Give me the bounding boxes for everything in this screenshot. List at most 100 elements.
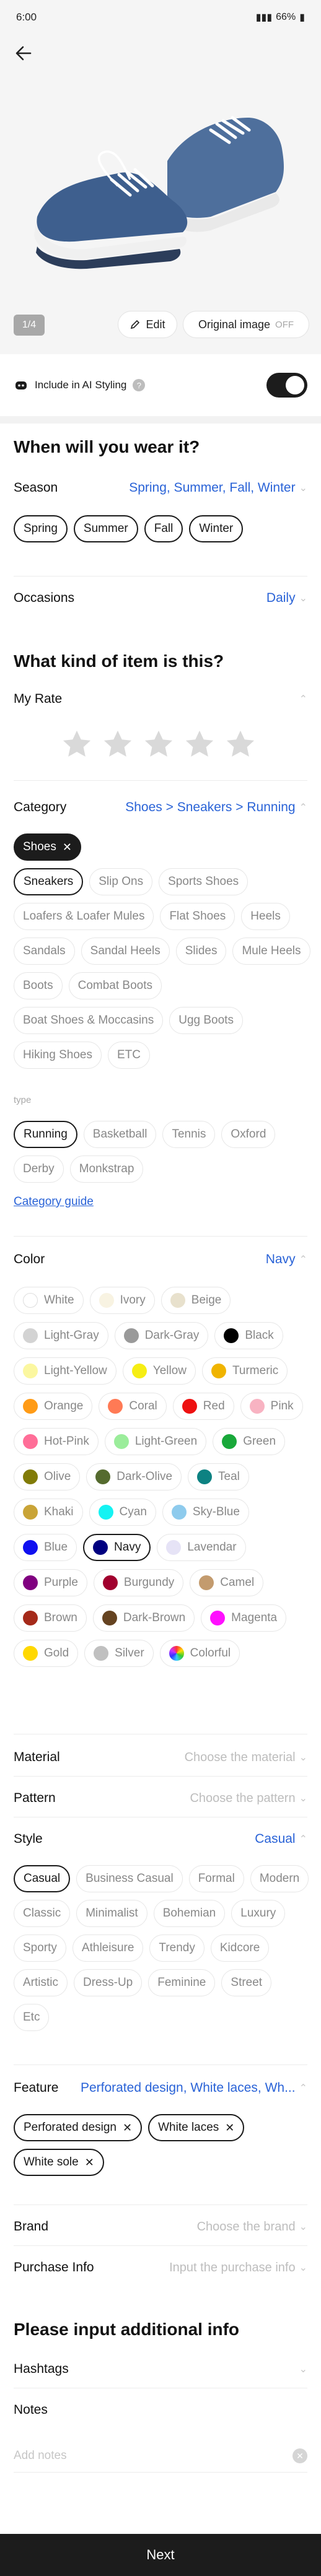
color-chip-dark-brown[interactable]: Dark-Brown bbox=[92, 1604, 195, 1632]
category-chip-shoes[interactable]: Shoes ✕ bbox=[14, 833, 81, 861]
clear-icon[interactable]: ✕ bbox=[292, 2448, 307, 2463]
color-chip-beige[interactable]: Beige bbox=[160, 1287, 231, 1314]
style-chip-minimalist[interactable]: Minimalist bbox=[76, 1900, 147, 1927]
product-photo[interactable] bbox=[25, 93, 297, 279]
original-image-toggle[interactable]: Original image OFF bbox=[183, 311, 309, 338]
color-chip-gold[interactable]: Gold bbox=[14, 1640, 79, 1667]
type-chip-basketball[interactable]: Basketball bbox=[83, 1121, 157, 1148]
color-chip-burgundy[interactable]: Burgundy bbox=[93, 1569, 184, 1596]
type-chip-running[interactable]: Running bbox=[14, 1121, 77, 1148]
occasions-row[interactable]: Occasions Daily ⌄ bbox=[14, 587, 307, 609]
star-icon[interactable] bbox=[102, 728, 134, 760]
subcategory-chip-loafers-loafer-mules[interactable]: Loafers & Loafer Mules bbox=[14, 903, 154, 930]
category-guide-link[interactable]: Category guide bbox=[14, 1195, 94, 1209]
style-chip-artistic[interactable]: Artistic bbox=[14, 1969, 68, 1996]
color-chip-olive[interactable]: Olive bbox=[14, 1463, 81, 1490]
color-chip-navy[interactable]: Navy bbox=[83, 1534, 151, 1561]
subcategory-chip-sports-shoes[interactable]: Sports Shoes bbox=[159, 868, 248, 895]
subcategory-chip-etc[interactable]: ETC bbox=[107, 1042, 150, 1069]
subcategory-chip-flat-shoes[interactable]: Flat Shoes bbox=[160, 903, 235, 930]
star-icon[interactable] bbox=[61, 728, 93, 760]
material-row[interactable]: Material Choose the material ⌄ bbox=[14, 1746, 307, 1769]
feature-chip-perforated-design[interactable]: Perforated design ✕ bbox=[14, 2114, 143, 2141]
season-chip-spring[interactable]: Spring bbox=[14, 515, 68, 542]
back-button[interactable] bbox=[9, 38, 38, 68]
color-chip-turmeric[interactable]: Turmeric bbox=[202, 1357, 288, 1385]
color-chip-light-yellow[interactable]: Light-Yellow bbox=[14, 1357, 117, 1385]
style-chip-etc[interactable]: Etc bbox=[14, 2004, 50, 2031]
color-chip-silver[interactable]: Silver bbox=[84, 1640, 154, 1667]
type-chip-monkstrap[interactable]: Monkstrap bbox=[69, 1155, 144, 1183]
season-chip-winter[interactable]: Winter bbox=[189, 515, 244, 542]
color-chip-camel[interactable]: Camel bbox=[190, 1569, 264, 1596]
style-chip-modern[interactable]: Modern bbox=[250, 1865, 309, 1892]
color-chip-cyan[interactable]: Cyan bbox=[89, 1499, 156, 1526]
subcategory-chip-boots[interactable]: Boots bbox=[14, 972, 63, 999]
season-chip-summer[interactable]: Summer bbox=[73, 515, 138, 542]
style-chip-athleisure[interactable]: Athleisure bbox=[72, 1934, 144, 1962]
chevron-up-icon[interactable]: ⌃ bbox=[299, 693, 307, 705]
style-chip-casual[interactable]: Casual bbox=[14, 1865, 71, 1892]
type-chip-derby[interactable]: Derby bbox=[14, 1155, 64, 1183]
color-chip-green[interactable]: Green bbox=[213, 1428, 286, 1455]
type-chip-oxford[interactable]: Oxford bbox=[221, 1121, 276, 1148]
style-chip-business-casual[interactable]: Business Casual bbox=[76, 1865, 183, 1892]
subcategory-chip-sandal-heels[interactable]: Sandal Heels bbox=[81, 938, 170, 965]
edit-image-button[interactable]: Edit bbox=[118, 311, 177, 338]
color-chip-brown[interactable]: Brown bbox=[14, 1604, 87, 1632]
color-chip-teal[interactable]: Teal bbox=[188, 1463, 249, 1490]
hashtags-row[interactable]: Hashtags ⌄ bbox=[14, 2358, 307, 2380]
color-chip-yellow[interactable]: Yellow bbox=[122, 1357, 196, 1385]
type-chip-tennis[interactable]: Tennis bbox=[162, 1121, 216, 1148]
color-chip-lavendar[interactable]: Lavendar bbox=[157, 1534, 246, 1561]
feature-chip-white-sole[interactable]: White sole ✕ bbox=[14, 2149, 104, 2176]
feature-row[interactable]: Feature Perforated design, White laces, … bbox=[14, 2077, 307, 2099]
subcategory-chip-ugg-boots[interactable]: Ugg Boots bbox=[169, 1007, 243, 1034]
season-row[interactable]: Season Spring, Summer, Fall, Winter ⌄ bbox=[14, 477, 307, 499]
subcategory-chip-combat-boots[interactable]: Combat Boots bbox=[68, 972, 162, 999]
close-icon[interactable]: ✕ bbox=[225, 2121, 234, 2134]
subcategory-chip-boat-shoes-moccasins[interactable]: Boat Shoes & Moccasins bbox=[14, 1007, 164, 1034]
color-chip-purple[interactable]: Purple bbox=[14, 1569, 87, 1596]
purchase-row[interactable]: Purchase Info Input the purchase info ⌄ bbox=[14, 2256, 307, 2279]
style-row[interactable]: Style Casual ⌃ bbox=[14, 1828, 307, 1850]
color-chip-light-gray[interactable]: Light-Gray bbox=[14, 1322, 108, 1349]
color-chip-coral[interactable]: Coral bbox=[99, 1393, 167, 1420]
color-chip-blue[interactable]: Blue bbox=[14, 1534, 77, 1561]
color-chip-dark-gray[interactable]: Dark-Gray bbox=[114, 1322, 209, 1349]
subcategory-chip-hiking-shoes[interactable]: Hiking Shoes bbox=[14, 1042, 102, 1069]
style-chip-formal[interactable]: Formal bbox=[188, 1865, 244, 1892]
subcategory-chip-sandals[interactable]: Sandals bbox=[14, 938, 75, 965]
next-button[interactable]: Next bbox=[0, 2534, 321, 2576]
color-chip-khaki[interactable]: Khaki bbox=[14, 1499, 83, 1526]
category-row[interactable]: Category Shoes > Sneakers > Running ⌃ bbox=[14, 796, 307, 819]
color-chip-red[interactable]: Red bbox=[172, 1393, 234, 1420]
close-icon[interactable]: ✕ bbox=[85, 2156, 94, 2169]
star-icon[interactable] bbox=[183, 728, 216, 760]
feature-chip-white-laces[interactable]: White laces ✕ bbox=[148, 2114, 245, 2141]
color-chip-light-green[interactable]: Light-Green bbox=[104, 1428, 207, 1455]
color-chip-colorful[interactable]: Colorful bbox=[159, 1640, 240, 1667]
color-chip-pink[interactable]: Pink bbox=[240, 1393, 303, 1420]
style-chip-sporty[interactable]: Sporty bbox=[14, 1934, 66, 1962]
subcategory-chip-heels[interactable]: Heels bbox=[241, 903, 290, 930]
color-chip-white[interactable]: White bbox=[14, 1287, 84, 1314]
star-icon[interactable] bbox=[224, 728, 257, 760]
color-chip-ivory[interactable]: Ivory bbox=[89, 1287, 155, 1314]
notes-input[interactable]: Add notes ✕ bbox=[14, 2442, 307, 2469]
close-icon[interactable]: ✕ bbox=[63, 841, 72, 854]
subcategory-chip-slides[interactable]: Slides bbox=[175, 938, 227, 965]
ai-styling-toggle[interactable] bbox=[266, 373, 307, 398]
pattern-row[interactable]: Pattern Choose the pattern ⌄ bbox=[14, 1787, 307, 1809]
subcategory-chip-slip-ons[interactable]: Slip Ons bbox=[89, 868, 153, 895]
style-chip-trendy[interactable]: Trendy bbox=[149, 1934, 204, 1962]
color-chip-sky-blue[interactable]: Sky-Blue bbox=[162, 1499, 249, 1526]
style-chip-classic[interactable]: Classic bbox=[14, 1900, 71, 1927]
brand-row[interactable]: Brand Choose the brand ⌄ bbox=[14, 2216, 307, 2238]
style-chip-street[interactable]: Street bbox=[221, 1969, 272, 1996]
style-chip-dress-up[interactable]: Dress-Up bbox=[74, 1969, 143, 1996]
subcategory-chip-sneakers[interactable]: Sneakers bbox=[14, 868, 84, 895]
color-chip-black[interactable]: Black bbox=[214, 1322, 283, 1349]
color-chip-magenta[interactable]: Magenta bbox=[201, 1604, 287, 1632]
style-chip-kidcore[interactable]: Kidcore bbox=[210, 1934, 270, 1962]
